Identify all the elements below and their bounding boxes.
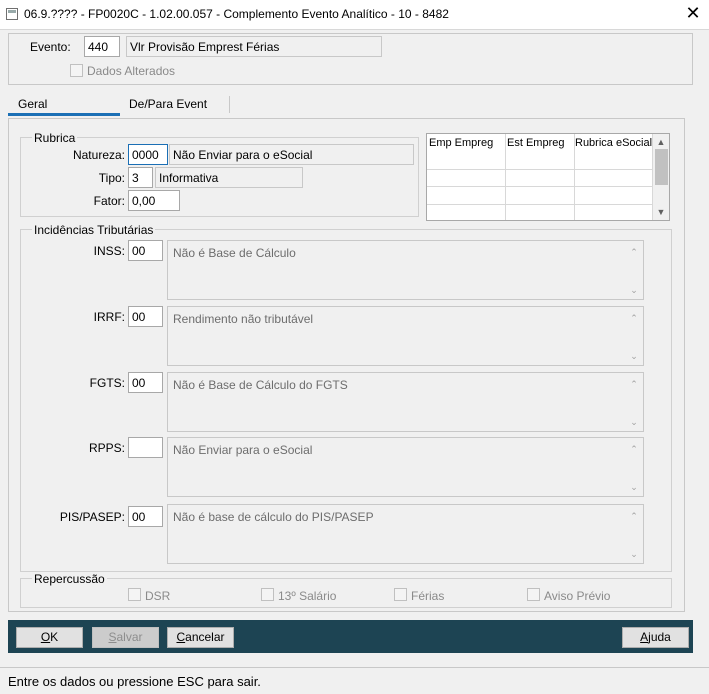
pis-pasep-desc-text: Não é base de cálculo do PIS/PASEP bbox=[173, 510, 374, 524]
scroll-down-icon[interactable]: ⌄ bbox=[628, 351, 640, 361]
scroll-down-icon[interactable]: ⌄ bbox=[628, 417, 640, 427]
tab-geral-indicator bbox=[8, 113, 120, 116]
evento-grid[interactable]: Emp Empreg Est Empreg Rubrica eSocial ▲ … bbox=[426, 133, 670, 221]
scroll-up-icon[interactable]: ⌃ bbox=[628, 511, 640, 521]
grid-col-divider bbox=[505, 134, 506, 220]
evento-code-input[interactable]: 440 bbox=[84, 36, 120, 57]
salvar-button[interactable]: Salvar bbox=[92, 627, 159, 648]
window-title: 06.9.???? - FP0020C - 1.02.00.057 - Comp… bbox=[24, 7, 449, 21]
cancelar-button[interactable]: Cancelar bbox=[167, 627, 234, 648]
close-icon[interactable]: ✕ bbox=[684, 4, 702, 22]
tab-geral[interactable]: Geral bbox=[18, 97, 47, 111]
fgts-label: FGTS: bbox=[89, 376, 125, 390]
irrf-desc-text: Rendimento não tributável bbox=[173, 312, 314, 326]
natureza-desc-field: Não Enviar para o eSocial bbox=[169, 144, 414, 165]
fator-label: Fator: bbox=[93, 194, 125, 208]
ferias-checkbox[interactable] bbox=[394, 588, 407, 601]
tipo-label: Tipo: bbox=[98, 171, 125, 185]
ajuda-button[interactable]: Ajuda bbox=[622, 627, 689, 648]
fgts-desc-memo: Não é Base de Cálculo do FGTS ⌃ ⌄ bbox=[167, 372, 644, 432]
grid-header-emp-empreg[interactable]: Emp Empreg bbox=[429, 137, 493, 149]
incidencias-legend: Incidências Tributárias bbox=[32, 223, 156, 237]
decimo-terceiro-checkbox[interactable] bbox=[261, 588, 274, 601]
scroll-down-icon[interactable]: ⌄ bbox=[628, 285, 640, 295]
natureza-code-input[interactable]: 0000 bbox=[128, 144, 168, 165]
scroll-up-icon[interactable]: ⌃ bbox=[628, 247, 640, 257]
fgts-desc-text: Não é Base de Cálculo do FGTS bbox=[173, 378, 348, 392]
repercussao-legend: Repercussão bbox=[32, 572, 107, 586]
status-text: Entre os dados ou pressione ESC para sai… bbox=[8, 674, 261, 689]
irrf-code-input[interactable]: 00 bbox=[128, 306, 163, 327]
scroll-up-icon[interactable]: ▲ bbox=[655, 136, 667, 148]
dsr-label: DSR bbox=[145, 589, 171, 603]
status-bar: Entre os dados ou pressione ESC para sai… bbox=[0, 667, 709, 694]
rpps-code-input[interactable] bbox=[128, 437, 163, 458]
evento-desc-field: Vlr Provisão Emprest Férias bbox=[126, 36, 382, 57]
scroll-up-icon[interactable]: ⌃ bbox=[628, 379, 640, 389]
scroll-down-icon[interactable]: ⌄ bbox=[628, 482, 640, 492]
tab-de-para-event[interactable]: De/Para Event bbox=[129, 97, 207, 111]
ferias-label: Férias bbox=[411, 589, 445, 603]
aviso-previo-checkbox[interactable] bbox=[527, 588, 540, 601]
app-icon bbox=[6, 8, 18, 20]
rubrica-legend: Rubrica bbox=[32, 131, 78, 145]
grid-header-rubrica-esocial[interactable]: Rubrica eSocial bbox=[575, 137, 652, 149]
dados-alterados-checkbox[interactable] bbox=[70, 64, 83, 77]
rpps-desc-memo: Não Enviar para o eSocial ⌃ ⌄ bbox=[167, 437, 644, 497]
aviso-previo-label: Aviso Prévio bbox=[544, 589, 611, 603]
irrf-desc-memo: Rendimento não tributável ⌃ ⌄ bbox=[167, 306, 644, 366]
dsr-checkbox[interactable] bbox=[128, 588, 141, 601]
scroll-up-icon[interactable]: ⌃ bbox=[628, 444, 640, 454]
inss-desc-memo: Não é Base de Cálculo ⌃ ⌄ bbox=[167, 240, 644, 300]
scroll-down-icon[interactable]: ▼ bbox=[655, 206, 667, 218]
grid-row-divider bbox=[427, 186, 653, 187]
scroll-up-icon[interactable]: ⌃ bbox=[628, 313, 640, 323]
irrf-label: IRRF: bbox=[93, 310, 125, 324]
grid-row-divider bbox=[427, 204, 653, 205]
grid-row-divider bbox=[427, 169, 653, 170]
evento-label: Evento: bbox=[30, 40, 71, 54]
pis-pasep-code-input[interactable]: 00 bbox=[128, 506, 163, 527]
scroll-thumb[interactable] bbox=[655, 149, 668, 185]
grid-scrollbar[interactable]: ▲ ▼ bbox=[653, 134, 669, 220]
title-bar: 06.9.???? - FP0020C - 1.02.00.057 - Comp… bbox=[0, 0, 709, 30]
grid-header-est-empreg[interactable]: Est Empreg bbox=[507, 137, 564, 149]
ok-button[interactable]: OK bbox=[16, 627, 83, 648]
pis-pasep-desc-memo: Não é base de cálculo do PIS/PASEP ⌃ ⌄ bbox=[167, 504, 644, 564]
dados-alterados-label: Dados Alterados bbox=[87, 64, 176, 78]
natureza-label: Natureza: bbox=[72, 148, 125, 162]
inss-label: INSS: bbox=[93, 244, 125, 258]
tab-separator bbox=[229, 96, 230, 113]
rpps-desc-text: Não Enviar para o eSocial bbox=[173, 443, 313, 457]
tipo-code-input[interactable]: 3 bbox=[128, 167, 153, 188]
fgts-code-input[interactable]: 00 bbox=[128, 372, 163, 393]
fator-input[interactable]: 0,00 bbox=[128, 190, 180, 211]
inss-code-input[interactable]: 00 bbox=[128, 240, 163, 261]
pis-pasep-label: PIS/PASEP: bbox=[59, 510, 125, 524]
decimo-terceiro-label: 13º Salário bbox=[278, 589, 337, 603]
scroll-down-icon[interactable]: ⌄ bbox=[628, 549, 640, 559]
rpps-label: RPPS: bbox=[88, 441, 125, 455]
tipo-desc-field: Informativa bbox=[155, 167, 303, 188]
inss-desc-text: Não é Base de Cálculo bbox=[173, 246, 296, 260]
grid-col-divider bbox=[574, 134, 575, 220]
